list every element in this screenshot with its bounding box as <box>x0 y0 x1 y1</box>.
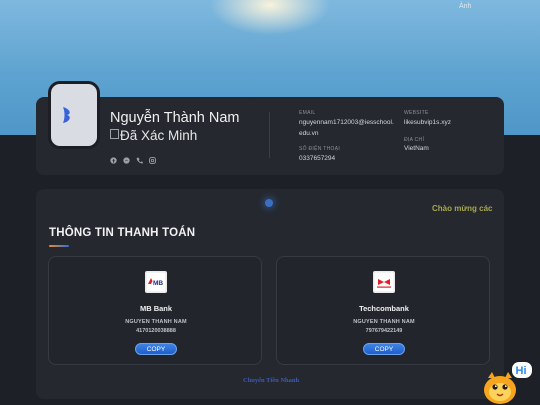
email-value[interactable]: nguyennam1712003@iesschool. edu.vn <box>299 117 394 139</box>
account-number: 4170120038888 <box>136 328 176 334</box>
loading-indicator <box>265 199 273 207</box>
account-number: 797679422149 <box>365 328 403 334</box>
email-line-2: edu.vn <box>299 130 319 137</box>
section-title: THÔNG TIN THANH TOÁN <box>49 227 196 239</box>
account-owner: NGUYEN THANH NAM <box>353 319 415 325</box>
butterfly-logo-icon <box>63 107 70 123</box>
phone-label: SỐ ĐIỆN THOẠI <box>299 146 341 152</box>
verified-badge: Đã Xác Minh <box>110 128 197 143</box>
copy-button[interactable]: COPY <box>135 343 177 355</box>
copy-button[interactable]: COPY <box>363 343 405 355</box>
account-owner: NGUYEN THANH NAM <box>125 319 187 325</box>
website-label: WEBSITE <box>404 110 429 116</box>
phone-value[interactable]: 0337657294 <box>299 153 335 164</box>
title-underline <box>49 245 69 247</box>
vertical-divider <box>269 112 270 158</box>
avatar <box>48 81 100 149</box>
verified-alt-text: Đã Xác Minh <box>120 128 198 143</box>
instagram-icon[interactable] <box>149 151 156 164</box>
techcombank-logo <box>373 271 395 293</box>
banner-image-alt: Ảnh <box>459 3 472 10</box>
mb-logo-text: MB <box>153 280 163 287</box>
mascot-hi-text: Hi <box>516 365 527 377</box>
bank-name: Techcombank <box>359 304 409 313</box>
bank-name: MB Bank <box>139 304 173 313</box>
facebook-icon[interactable] <box>110 151 117 164</box>
broken-image-icon <box>110 129 119 139</box>
quick-transfer-link[interactable]: Chuyển Tiền Nhanh <box>243 377 299 384</box>
profile-name: Nguyễn Thành Nam <box>110 110 240 126</box>
mb-bank-logo: MB <box>145 271 167 293</box>
mascot-chat-icon[interactable]: Hi <box>476 360 534 405</box>
email-line-1: nguyennam1712003@iesschool. <box>299 119 394 126</box>
messenger-icon[interactable] <box>123 151 130 164</box>
website-value[interactable]: likesubvip1s.xyz <box>404 117 451 128</box>
address-value: VietNam <box>404 145 429 152</box>
social-links <box>110 151 156 164</box>
email-label: EMAIL <box>299 110 316 116</box>
phone-icon[interactable] <box>136 151 143 164</box>
profile-card <box>36 97 504 175</box>
bank-card-techcombank: Techcombank NGUYEN THANH NAM 79767942214… <box>276 256 490 365</box>
broken-image-icon: Ảnh <box>459 3 471 10</box>
greeting-marquee: Chào mừng các <box>432 204 493 213</box>
bank-card-mb: MB MB Bank NGUYEN THANH NAM 417012003888… <box>48 256 262 365</box>
